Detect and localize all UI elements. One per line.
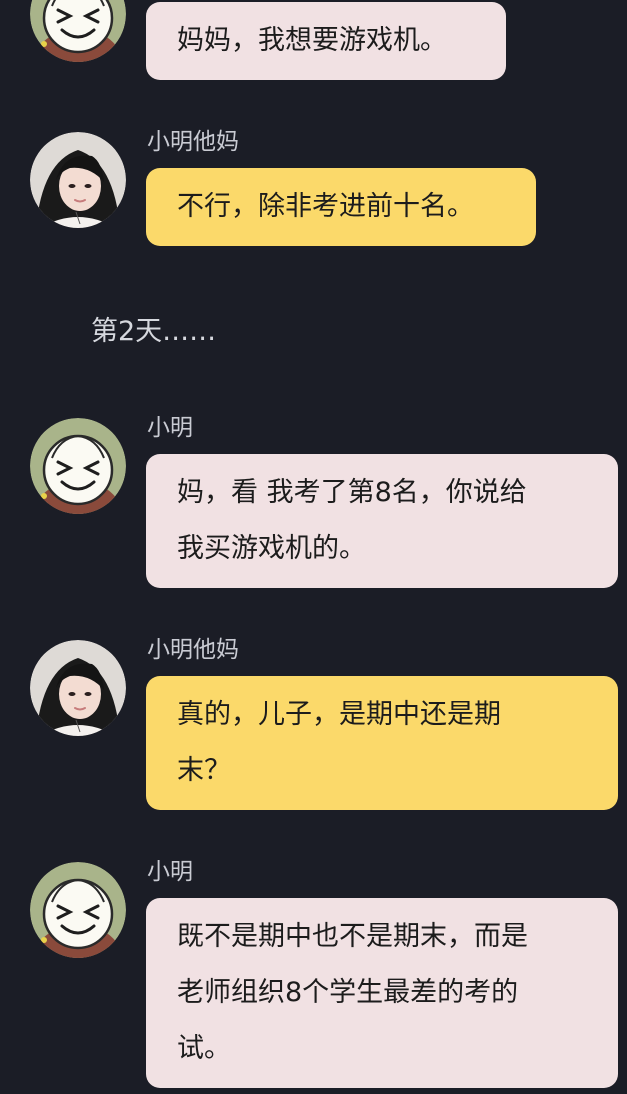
message-bubble[interactable]: 妈，看 我考了第8名，你说给 我买游戏机的。: [146, 454, 618, 588]
day-divider: 第2天……: [91, 316, 217, 347]
message-text-line: 我买游戏机的。: [177, 533, 366, 564]
message-text-line: 妈，看 我考了第8名，你说给: [177, 477, 527, 508]
message-bubble[interactable]: 既不是期中也不是期末，而是 老师组织8个学生最差的考的 试。: [146, 898, 618, 1088]
message-text-line: 试。: [177, 1033, 231, 1064]
xiaoming-avatar[interactable]: [30, 0, 126, 62]
message-text-line: 老师组织8个学生最差的考的: [177, 977, 519, 1008]
sender-name: 小明他妈: [147, 129, 239, 155]
message-bubble[interactable]: 不行，除非考进前十名。: [146, 168, 536, 246]
message-bubble[interactable]: 真的，儿子，是期中还是期 末？: [146, 676, 618, 810]
mom-avatar[interactable]: [30, 640, 126, 736]
message-text-line: 真的，儿子，是期中还是期: [177, 699, 501, 730]
xiaoming-avatar[interactable]: [30, 418, 126, 514]
sender-name: 小明: [147, 859, 193, 885]
xiaoming-avatar[interactable]: [30, 862, 126, 958]
message-text: 妈妈，我想要游戏机。: [177, 25, 447, 56]
mom-avatar[interactable]: [30, 132, 126, 228]
message-bubble[interactable]: 妈妈，我想要游戏机。: [146, 2, 506, 80]
sender-name: 小明: [147, 415, 193, 441]
sender-name: 小明他妈: [147, 637, 239, 663]
message-text-line: 既不是期中也不是期末，而是: [177, 921, 528, 952]
message-text: 不行，除非考进前十名。: [177, 191, 474, 222]
message-text-line: 末？: [177, 755, 231, 786]
